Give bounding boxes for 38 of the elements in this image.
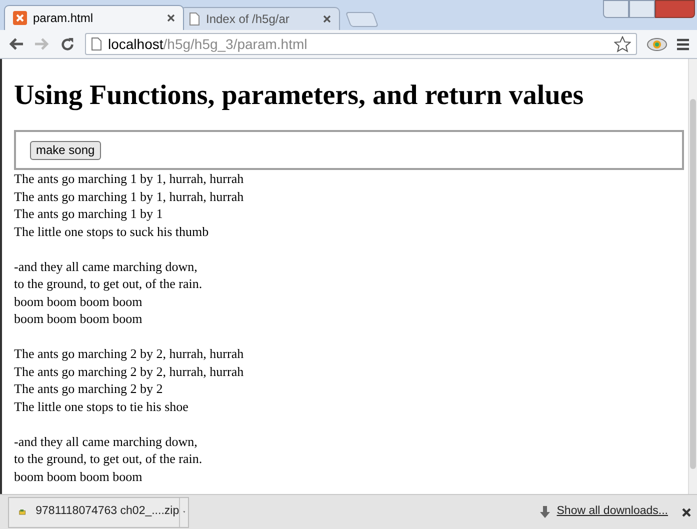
download-item[interactable]: 9781118074763 ch02_....zip xyxy=(8,496,189,528)
star-icon[interactable] xyxy=(614,36,631,52)
song-line: The ants go marching 2 by 2, hurrah, hurrah xyxy=(14,362,244,380)
song-line: The little one stops to suck his thumb xyxy=(14,222,209,240)
minimize-button[interactable] xyxy=(603,0,629,18)
song-line: -and they all came marching down, xyxy=(14,432,198,450)
close-icon[interactable] xyxy=(682,508,691,516)
caret-icon[interactable] xyxy=(182,510,185,514)
song-line: boom boom boom boom xyxy=(14,292,142,310)
page-icon xyxy=(189,12,200,26)
url-text: localhost/h5g/h5g_3/param.html xyxy=(108,34,308,54)
page-heading: Using Functions, parameters, and return values xyxy=(14,80,585,112)
reload-icon[interactable] xyxy=(60,36,75,52)
song-line: The ants go marching 1 by 1, hurrah, hurrah xyxy=(14,188,244,205)
download-arrow-icon xyxy=(540,506,550,518)
close-icon[interactable] xyxy=(167,14,175,22)
song-line: to the ground, to get out, of the rain. xyxy=(14,275,202,292)
maximize-button[interactable] xyxy=(629,0,655,18)
song-line: The ants go marching 2 by 2 xyxy=(14,380,163,398)
address-bar[interactable]: localhost/h5g/h5g_3/param.html xyxy=(85,33,637,55)
scrollbar[interactable] xyxy=(688,59,697,494)
song-line: The little one stops to tie his shoe xyxy=(14,398,188,415)
close-icon[interactable] xyxy=(323,15,331,23)
song-line: The ants go marching 2 by 2, hurrah, hurrah xyxy=(14,345,244,362)
song-line: -and they all came marching down, xyxy=(14,258,198,275)
make-song-button[interactable]: make song xyxy=(30,140,101,160)
song-line: boom boom boom boom xyxy=(14,468,142,485)
download-file-name: 9781118074763 ch02_....zip xyxy=(36,504,180,520)
song-line: to the ground, to get out, of the rain. xyxy=(14,450,202,468)
song-line: The ants go marching 1 by 1, hurrah, hurrah xyxy=(14,170,244,188)
browser-tab[interactable]: param.html xyxy=(4,5,184,30)
show-all-downloads-link[interactable]: Show all downloads... xyxy=(556,503,668,521)
song-line: The ants go marching 1 by 1 xyxy=(14,205,163,222)
eye-icon[interactable] xyxy=(647,38,667,50)
page-icon xyxy=(91,37,102,51)
song-line: boom boom boom boom xyxy=(14,310,142,328)
back-icon[interactable] xyxy=(8,37,24,51)
menu-icon[interactable] xyxy=(677,38,689,50)
